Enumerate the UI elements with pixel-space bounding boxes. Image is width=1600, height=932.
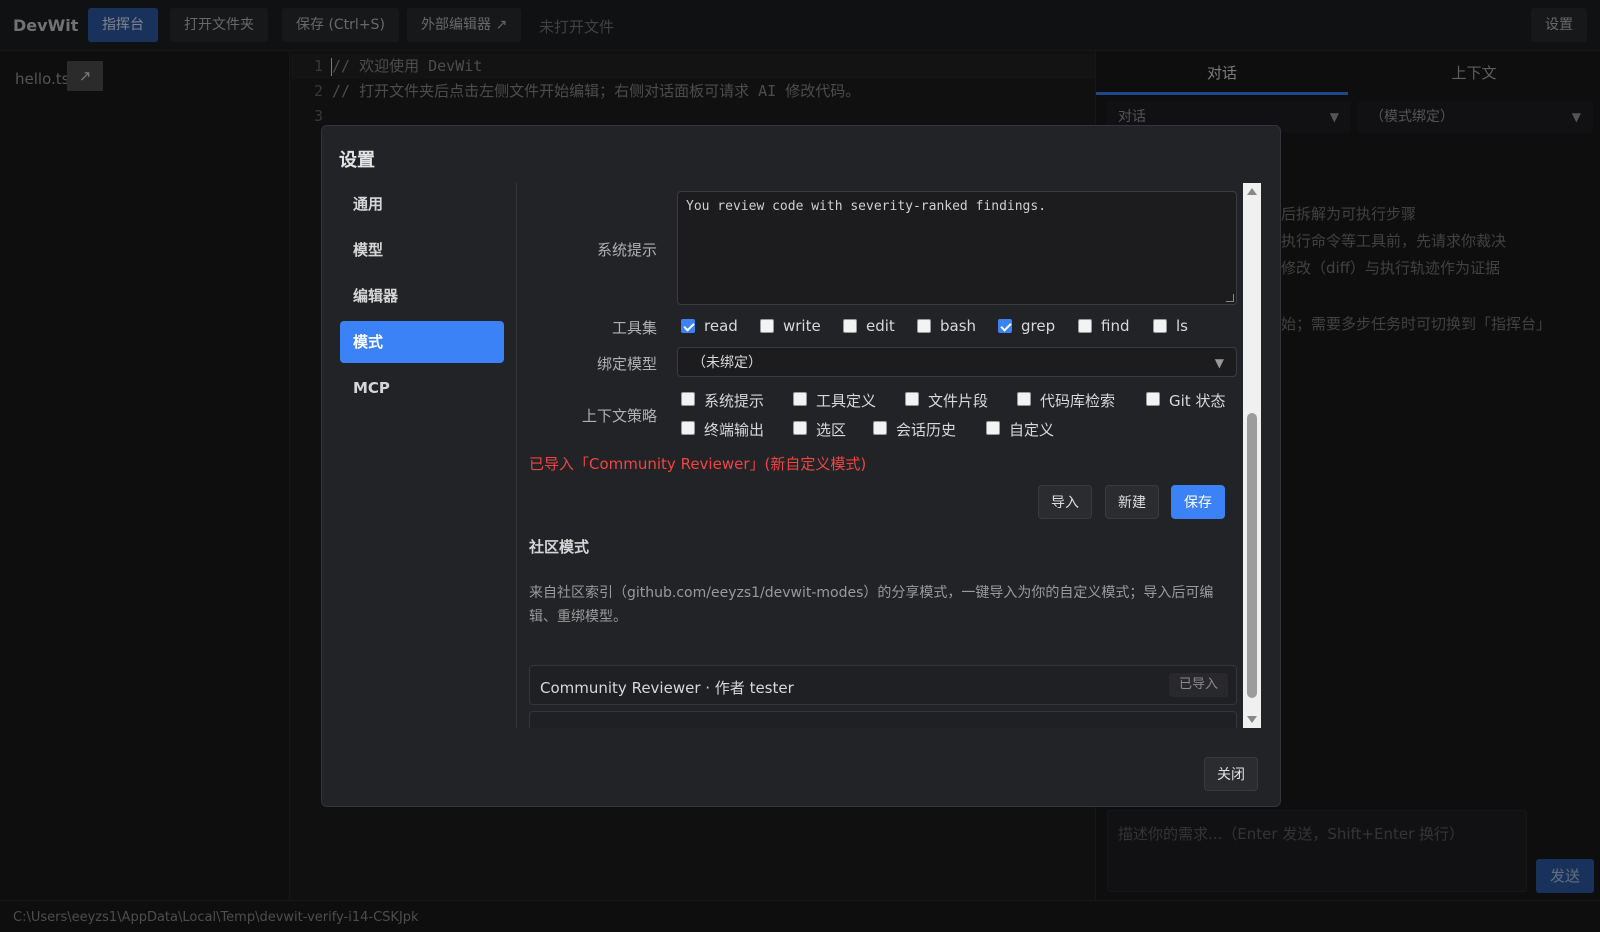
context-option-label: 终端输出 <box>704 421 765 439</box>
context-checkbox-git-status[interactable] <box>1146 392 1160 406</box>
system-prompt-value: You review code with severity-ranked fin… <box>686 199 1047 214</box>
context-checkbox-selection[interactable] <box>793 421 807 435</box>
tool-checkbox-grep[interactable] <box>998 319 1012 333</box>
context-checkbox-terminal-output[interactable] <box>681 421 695 435</box>
tool-checkbox-edit[interactable] <box>843 319 857 333</box>
scroll-up-icon[interactable] <box>1247 188 1257 195</box>
tool-checkbox-write[interactable] <box>760 319 774 333</box>
context-option-label: 代码库检索 <box>1040 392 1116 410</box>
context-checkbox-codebase-search[interactable] <box>1017 392 1031 406</box>
mode-settings-content: 系统提示 You review code with severity-ranke… <box>517 183 1241 728</box>
context-option-label: 会话历史 <box>896 421 957 439</box>
settings-scrollbar[interactable] <box>1243 183 1261 728</box>
tool-label: bash <box>940 317 977 335</box>
settings-nav: 通用 模型 编辑器 模式 MCP <box>340 183 504 413</box>
community-mode-card[interactable]: Community Reviewer · 作者 tester 已导入 <box>529 665 1237 705</box>
bind-model-select[interactable]: （未绑定） ▼ <box>677 347 1237 377</box>
tool-label: edit <box>866 317 895 335</box>
context-option-label: 系统提示 <box>704 392 765 410</box>
bind-model-value: （未绑定） <box>692 355 762 371</box>
community-mode-name: Community Reviewer · 作者 tester <box>540 679 794 697</box>
toolset-label: 工具集 <box>611 319 657 337</box>
community-mode-card[interactable] <box>529 711 1237 728</box>
community-modes-description: 来自社区索引（github.com/eeyzs1/devwit-modes）的分… <box>529 585 1214 625</box>
system-prompt-textarea[interactable]: You review code with severity-ranked fin… <box>677 191 1237 305</box>
new-mode-button[interactable]: 新建 <box>1105 485 1159 519</box>
nav-editor[interactable]: 编辑器 <box>340 275 504 317</box>
tool-checkbox-bash[interactable] <box>917 319 931 333</box>
resize-handle-icon[interactable] <box>1226 294 1234 302</box>
context-checkbox-custom[interactable] <box>986 421 1000 435</box>
community-modes-title: 社区模式 <box>529 538 590 556</box>
close-button[interactable]: 关闭 <box>1204 757 1258 791</box>
nav-general[interactable]: 通用 <box>340 183 504 225</box>
context-checkbox-system-prompt[interactable] <box>681 392 695 406</box>
context-checkbox-tool-definitions[interactable] <box>793 392 807 406</box>
nav-mcp[interactable]: MCP <box>340 367 504 409</box>
import-button[interactable]: 导入 <box>1038 485 1092 519</box>
tool-label: find <box>1101 317 1130 335</box>
import-status-message: 已导入「Community Reviewer」(新自定义模式) <box>529 455 867 473</box>
bind-model-label: 绑定模型 <box>596 355 657 373</box>
settings-dialog: 设置 通用 模型 编辑器 模式 MCP 系统提示 You review code… <box>321 125 1281 807</box>
context-strategy-label: 上下文策略 <box>581 407 657 425</box>
context-checkbox-session-history[interactable] <box>873 421 887 435</box>
tool-checkbox-find[interactable] <box>1078 319 1092 333</box>
context-option-label: 自定义 <box>1009 421 1055 439</box>
scroll-down-icon[interactable] <box>1247 716 1257 723</box>
tool-label: grep <box>1021 317 1056 335</box>
tool-label: read <box>704 317 738 335</box>
system-prompt-label: 系统提示 <box>596 241 657 259</box>
nav-models[interactable]: 模型 <box>340 229 504 271</box>
tool-label: write <box>783 317 821 335</box>
context-option-label: 选区 <box>816 421 847 439</box>
nav-modes[interactable]: 模式 <box>340 321 504 363</box>
scrollbar-thumb[interactable] <box>1247 413 1257 698</box>
context-option-label: 文件片段 <box>928 392 989 410</box>
imported-badge: 已导入 <box>1168 673 1228 697</box>
context-option-label: 工具定义 <box>816 392 877 410</box>
chevron-down-icon: ▼ <box>1214 356 1224 370</box>
tool-checkbox-ls[interactable] <box>1153 319 1167 333</box>
dialog-title: 设置 <box>339 150 375 171</box>
save-mode-button[interactable]: 保存 <box>1171 485 1225 519</box>
tool-label: ls <box>1176 317 1188 335</box>
context-checkbox-file-snippets[interactable] <box>905 392 919 406</box>
context-option-label: Git 状态 <box>1169 392 1226 410</box>
tool-checkbox-read[interactable] <box>681 319 695 333</box>
